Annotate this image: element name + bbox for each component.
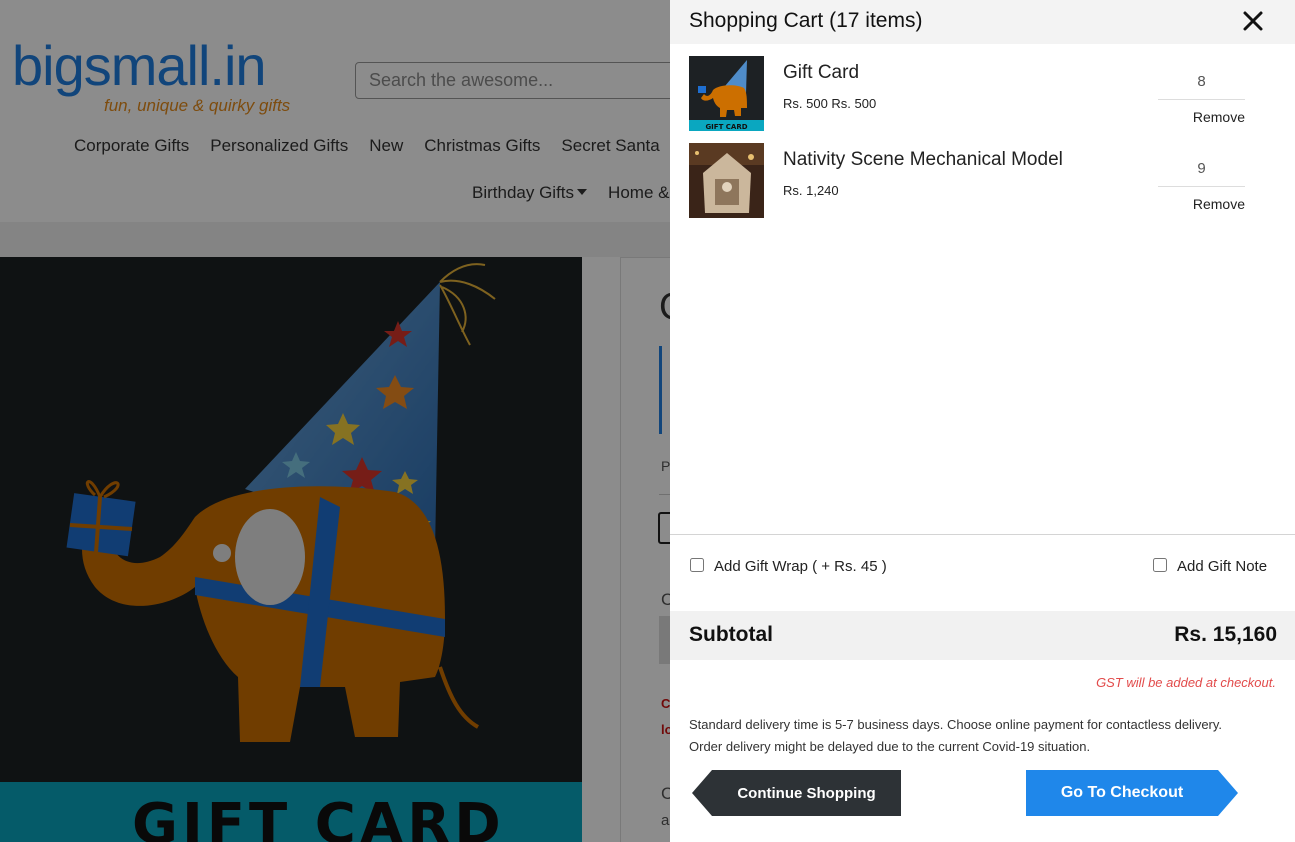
remove-link[interactable]: Remove	[1170, 109, 1245, 125]
cart-item-name[interactable]: Gift Card	[783, 62, 859, 84]
cart-title: Shopping Cart (17 items)	[689, 9, 923, 32]
cart-item: GIFT CARD Gift Card Rs. 500 Rs. 500 Remo…	[670, 56, 1295, 136]
subtotal-bar: Subtotal Rs. 15,160	[670, 611, 1295, 660]
gift-note-label[interactable]: Add Gift Note	[1177, 558, 1267, 575]
cart-item-name[interactable]: Nativity Scene Mechanical Model	[783, 149, 1063, 171]
shopping-cart-drawer: Shopping Cart (17 items) GIFT CARD Gift …	[670, 0, 1295, 842]
subtotal-label: Subtotal	[689, 623, 773, 646]
cart-item-thumbnail[interactable]: GIFT CARD	[689, 56, 764, 131]
subtotal-value: Rs. 15,160	[1174, 623, 1277, 646]
svg-text:GIFT CARD: GIFT CARD	[705, 123, 747, 131]
cart-item-price: Rs. 500 Rs. 500	[783, 96, 877, 111]
delivery-note-line-1: Standard delivery time is 5-7 business d…	[689, 717, 1223, 732]
cart-item-price: Rs. 1,240	[783, 183, 839, 198]
delivery-note: Standard delivery time is 5-7 business d…	[689, 714, 1269, 758]
quantity-input[interactable]	[1158, 151, 1245, 187]
gst-note: GST will be added at checkout.	[1096, 675, 1276, 690]
cart-item-thumbnail[interactable]	[689, 143, 764, 218]
divider	[670, 534, 1295, 535]
close-icon[interactable]	[1240, 8, 1266, 34]
continue-shopping-button[interactable]: Continue Shopping	[692, 770, 901, 816]
delivery-note-line-2: Order delivery might be delayed due to t…	[689, 739, 1091, 754]
go-to-checkout-button[interactable]: Go To Checkout	[1026, 770, 1238, 816]
cart-item: Nativity Scene Mechanical Model Rs. 1,24…	[670, 143, 1295, 223]
remove-link[interactable]: Remove	[1170, 196, 1245, 212]
gift-wrap-checkbox[interactable]	[690, 558, 704, 572]
quantity-input[interactable]	[1158, 64, 1245, 100]
cart-header: Shopping Cart (17 items)	[670, 0, 1295, 44]
gift-note-checkbox[interactable]	[1153, 558, 1167, 572]
gift-wrap-label[interactable]: Add Gift Wrap ( + Rs. 45 )	[714, 558, 887, 575]
